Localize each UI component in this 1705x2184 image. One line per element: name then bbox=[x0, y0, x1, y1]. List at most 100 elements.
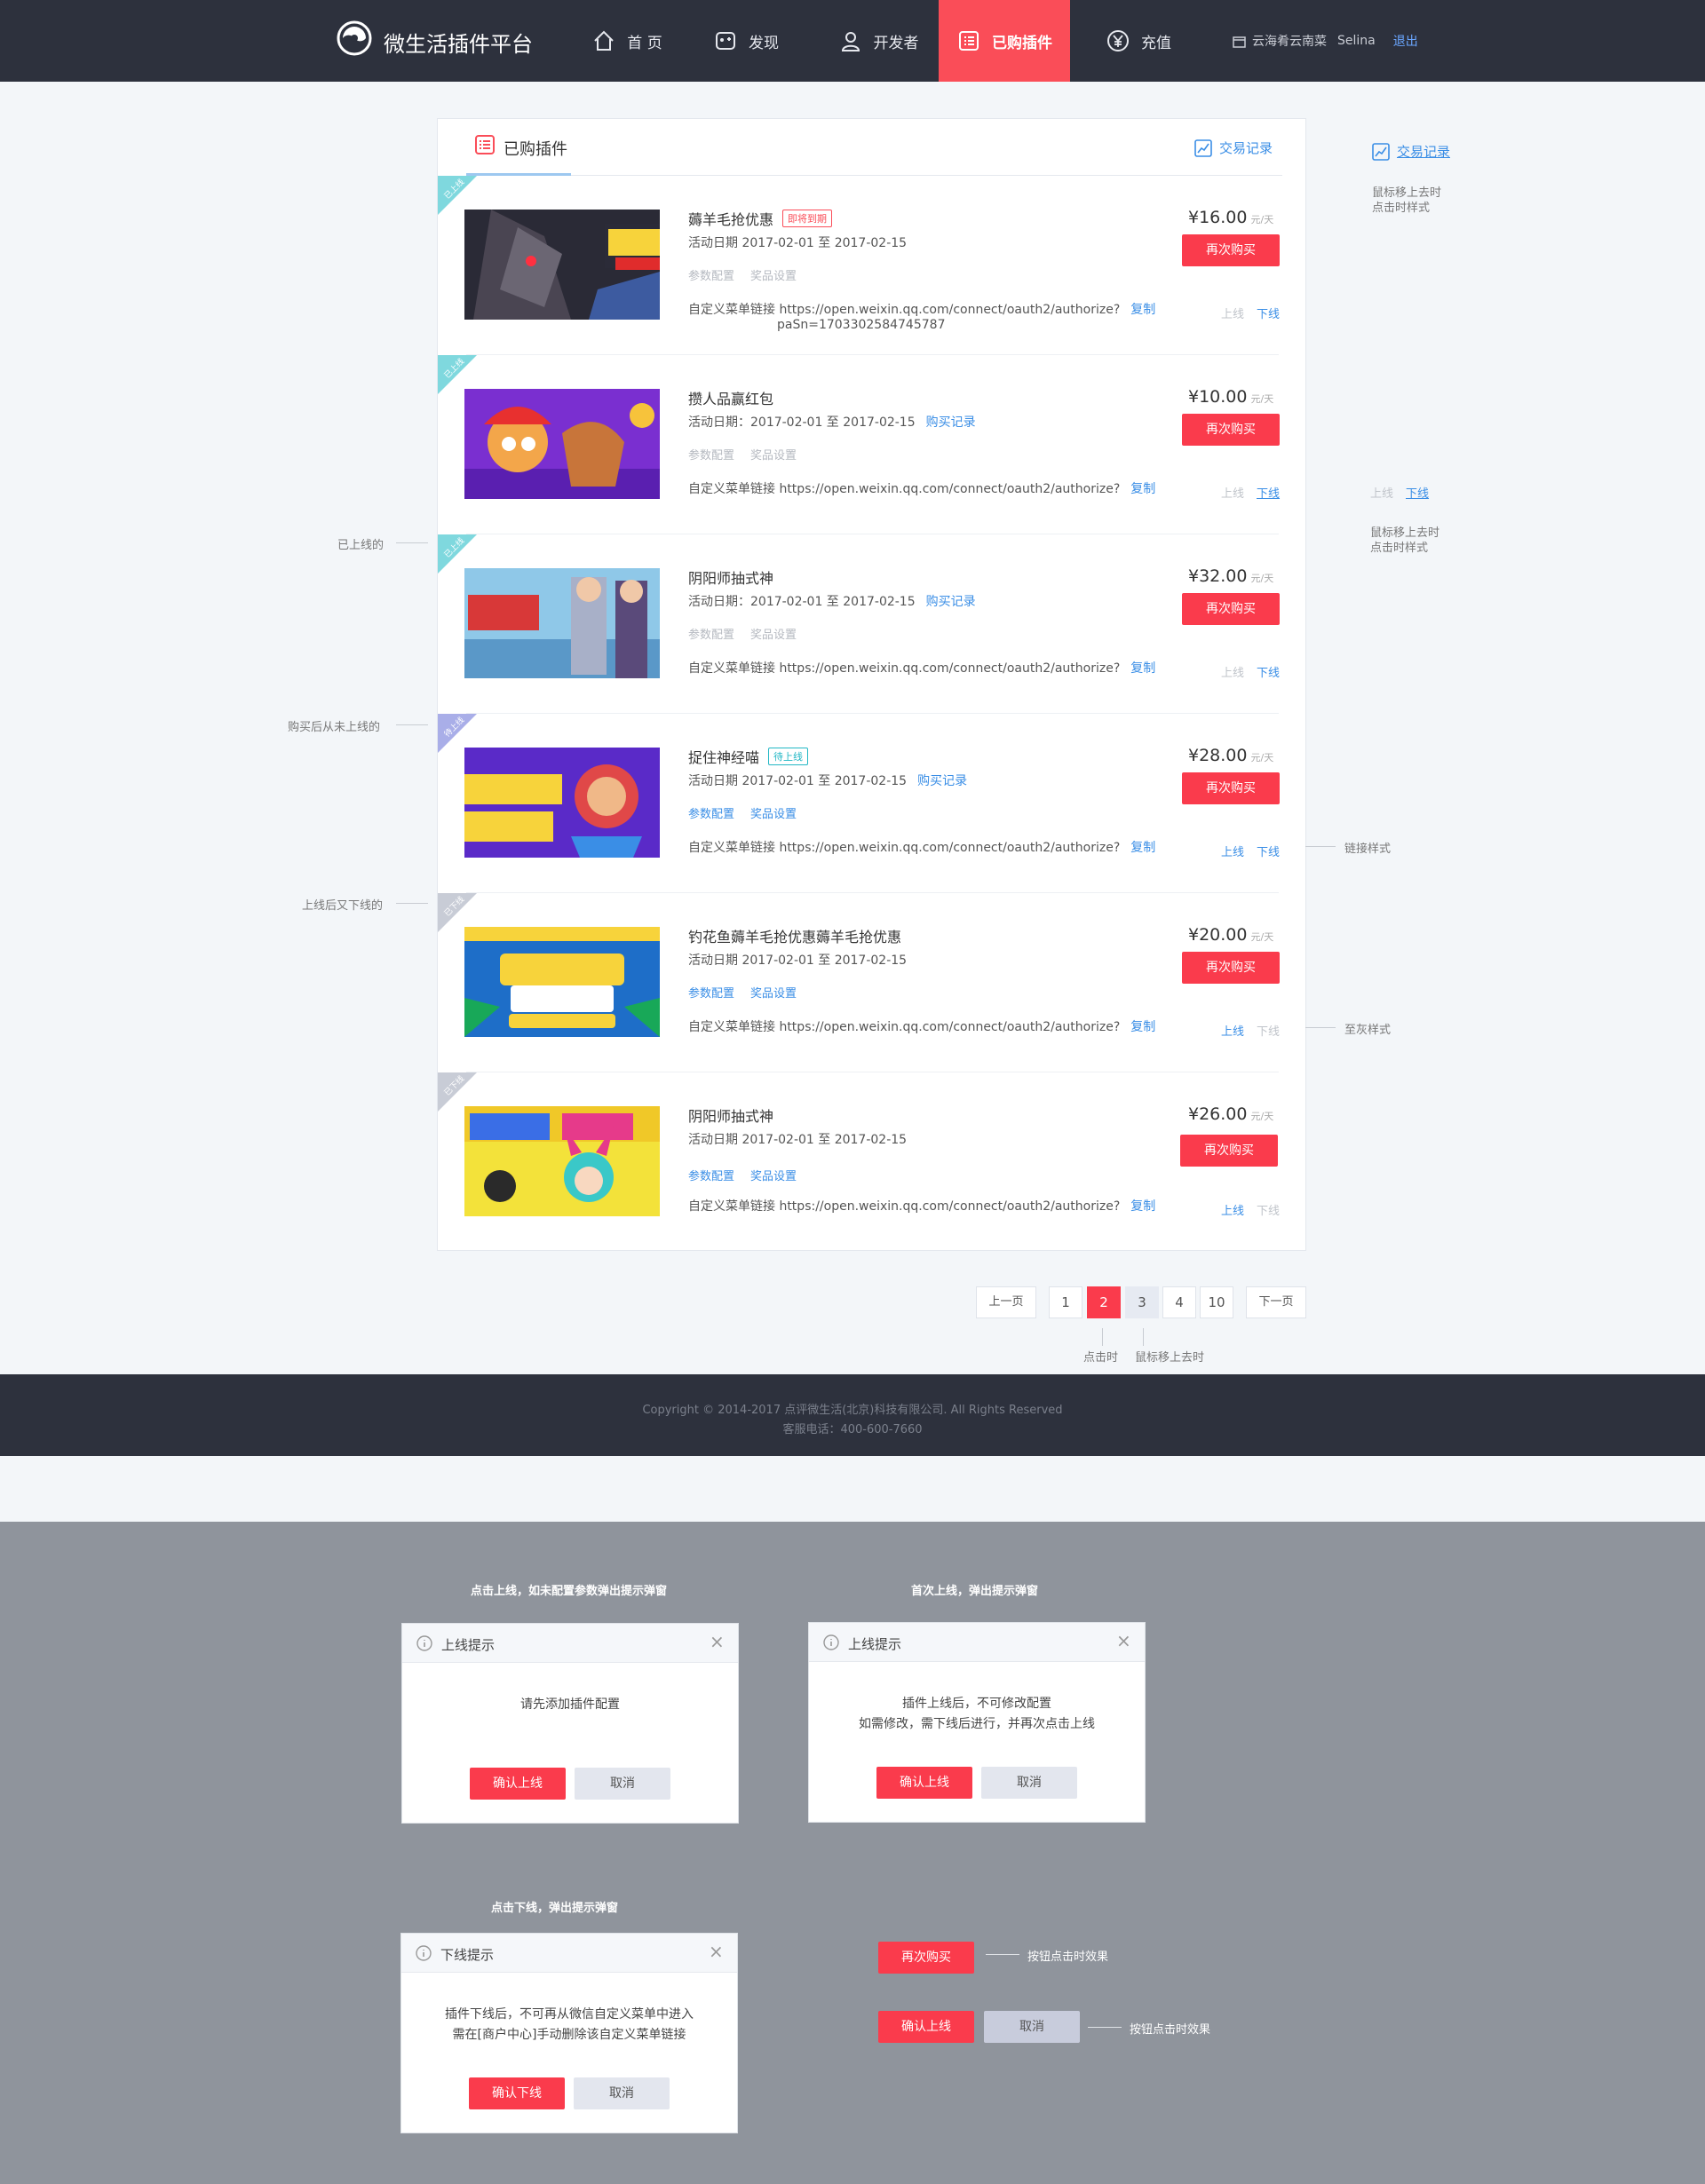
go-online-link[interactable]: 上线 bbox=[1221, 1025, 1244, 1039]
copy-link[interactable]: 复制 bbox=[1130, 1199, 1155, 1214]
plugin-name[interactable]: 薅羊毛抢优惠 即将到期 bbox=[688, 208, 833, 229]
page-button[interactable]: 10 bbox=[1200, 1286, 1233, 1318]
plugin-thumbnail[interactable] bbox=[464, 748, 660, 858]
price-unit: 元/天 bbox=[1250, 214, 1274, 226]
buy-again-button[interactable]: 再次购买 bbox=[1182, 772, 1280, 804]
demo-offline[interactable]: 下线 bbox=[1406, 487, 1429, 501]
prize-settings-link[interactable]: 奖品设置 bbox=[750, 808, 797, 821]
go-offline-link[interactable]: 下线 bbox=[1257, 487, 1280, 501]
annotation-leader bbox=[1305, 846, 1336, 847]
copy-link[interactable]: 复制 bbox=[1130, 482, 1155, 496]
confirm-online-button[interactable]: 确认上线 bbox=[876, 1767, 972, 1799]
param-config-link[interactable]: 参数配置 bbox=[688, 1170, 734, 1183]
transaction-records-link[interactable]: 交易记录 bbox=[1194, 138, 1273, 157]
nav-item-label: 已购插件 bbox=[992, 34, 1052, 52]
cancel-pressed-demo[interactable]: 取消 bbox=[984, 2011, 1080, 2043]
plugin-thumbnail[interactable] bbox=[464, 210, 660, 320]
param-config-link[interactable]: 参数配置 bbox=[688, 987, 734, 1001]
config-links: 参数配置 奖品设置 bbox=[688, 984, 797, 1001]
expiring-badge: 即将到期 bbox=[782, 210, 833, 227]
nav-item-home[interactable]: 首 页 bbox=[584, 0, 670, 82]
plugin-thumbnail[interactable] bbox=[464, 389, 660, 499]
modal-caption: 首次上线，弹出提示弹窗 bbox=[911, 1585, 1039, 1598]
modal-caption: 点击上线，如未配置参数弹出提示弹窗 bbox=[471, 1585, 668, 1598]
confirm-pressed-demo[interactable]: 确认上线 bbox=[878, 2011, 974, 2043]
logout-link[interactable]: 退出 bbox=[1393, 32, 1418, 50]
go-online-link[interactable]: 上线 bbox=[1221, 1205, 1244, 1218]
copy-link[interactable]: 复制 bbox=[1130, 1020, 1155, 1034]
confirm-offline-button[interactable]: 确认下线 bbox=[469, 2077, 565, 2109]
purchase-record-link[interactable]: 购买记录 bbox=[926, 415, 976, 430]
nav-item-recharge[interactable]: 充值 bbox=[1101, 0, 1176, 82]
confirm-online-button[interactable]: 确认上线 bbox=[470, 1768, 566, 1800]
price: ¥10.00 元/天 bbox=[1188, 387, 1273, 407]
plugin-name[interactable]: 阴阳师抽式神 bbox=[688, 1104, 773, 1126]
menu-link-text: 自定义菜单链接 https://open.weixin.qq.com/conne… bbox=[688, 661, 1121, 676]
close-icon[interactable]: × bbox=[709, 1943, 724, 1960]
cancel-button[interactable]: 取消 bbox=[981, 1767, 1077, 1799]
go-offline-link[interactable]: 下线 bbox=[1257, 846, 1280, 859]
annotation-leader bbox=[1102, 1328, 1103, 1346]
copy-link[interactable]: 复制 bbox=[1130, 661, 1155, 676]
buy-again-button[interactable]: 再次购买 bbox=[1182, 414, 1280, 446]
next-page-button[interactable]: 下一页 bbox=[1246, 1286, 1306, 1318]
go-offline-link[interactable]: 下线 bbox=[1257, 667, 1280, 680]
panel-title: 已购插件 bbox=[504, 140, 567, 159]
purchase-record-link[interactable]: 购买记录 bbox=[917, 774, 967, 788]
modal-title: 下线提示 bbox=[440, 1947, 495, 1963]
copy-link[interactable]: 复制 bbox=[1130, 303, 1155, 317]
plugin-name[interactable]: 钓花鱼薅羊毛抢优惠薅羊毛抢优惠 bbox=[688, 925, 901, 946]
annotation-gray-style: 至灰样式 bbox=[1344, 1024, 1392, 1037]
cancel-button[interactable]: 取消 bbox=[574, 2077, 670, 2109]
nav-item-discover[interactable]: 发现 bbox=[705, 0, 787, 82]
copy-link[interactable]: 复制 bbox=[1130, 841, 1155, 855]
plugin-thumbnail[interactable] bbox=[464, 1106, 660, 1216]
footer-copyright: Copyright © 2014-2017 点评微生活(北京)科技有限公司. A… bbox=[642, 1404, 1063, 1417]
nav-item-purchased[interactable]: 已购插件 bbox=[939, 0, 1070, 82]
annotation-leader bbox=[396, 903, 428, 904]
buy-again-button[interactable]: 再次购买 bbox=[1182, 234, 1280, 266]
info-icon bbox=[416, 1945, 432, 1961]
page-button-active[interactable]: 2 bbox=[1087, 1286, 1121, 1318]
price: ¥20.00 元/天 bbox=[1188, 925, 1273, 945]
logo-icon[interactable] bbox=[336, 20, 373, 57]
plugin-thumbnail[interactable] bbox=[464, 927, 660, 1037]
buy-again-button[interactable]: 再次购买 bbox=[1180, 1135, 1278, 1167]
prev-page-button[interactable]: 上一页 bbox=[976, 1286, 1036, 1318]
purchase-record-link[interactable]: 购买记录 bbox=[926, 595, 976, 609]
prize-settings-link[interactable]: 奖品设置 bbox=[750, 1170, 797, 1183]
buy-again-button[interactable]: 再次购买 bbox=[1182, 952, 1280, 984]
plugin-name-text: 钓花鱼薅羊毛抢优惠薅羊毛抢优惠 bbox=[688, 929, 902, 946]
go-offline-link[interactable]: 下线 bbox=[1257, 308, 1280, 321]
nav-item-developer[interactable]: 开发者 bbox=[829, 0, 927, 82]
price-value: ¥32.00 bbox=[1188, 566, 1248, 586]
price: ¥16.00 元/天 bbox=[1188, 208, 1273, 227]
close-icon[interactable]: × bbox=[1116, 1632, 1131, 1650]
activity-date-text: 活动日期 2017-02-01 至 2017-02-15 bbox=[688, 774, 908, 788]
logo-text[interactable]: 微生活插件平台 bbox=[384, 27, 533, 58]
buy-again-pressed-demo[interactable]: 再次购买 bbox=[878, 1942, 974, 1974]
info-icon bbox=[823, 1634, 839, 1650]
param-config-link[interactable]: 参数配置 bbox=[688, 808, 734, 821]
prize-settings-link[interactable]: 奖品设置 bbox=[750, 987, 797, 1001]
plugin-name[interactable]: 阴阳师抽式神 bbox=[688, 566, 773, 588]
buy-again-button[interactable]: 再次购买 bbox=[1182, 593, 1280, 625]
records-hover-demo[interactable]: 交易记录 bbox=[1372, 142, 1450, 161]
annotation-leader bbox=[1143, 1328, 1144, 1346]
go-offline-link: 下线 bbox=[1257, 1205, 1281, 1218]
config-links: 参数配置 奖品设置 bbox=[688, 804, 797, 821]
cancel-button[interactable]: 取消 bbox=[575, 1768, 670, 1800]
plugin-name[interactable]: 捉住神经喵 待上线 bbox=[688, 746, 809, 767]
page-button[interactable]: 4 bbox=[1162, 1286, 1196, 1318]
plugin-name-text: 薅羊毛抢优惠 bbox=[688, 211, 774, 228]
plugin-thumbnail[interactable] bbox=[464, 568, 660, 678]
pending-badge: 待上线 bbox=[768, 748, 809, 765]
go-online-link[interactable]: 上线 bbox=[1221, 846, 1244, 859]
close-icon[interactable]: × bbox=[710, 1633, 725, 1650]
page-button[interactable]: 1 bbox=[1049, 1286, 1082, 1318]
activity-date: 活动日期 2017-02-01 至 2017-02-15 购买记录 bbox=[688, 772, 967, 789]
page-button-hover[interactable]: 3 bbox=[1125, 1286, 1159, 1318]
onoff-hover-demo: 上线 下线 bbox=[1370, 484, 1429, 501]
modal-message-line-1: 插件上线后，不可修改配置 bbox=[902, 1697, 1051, 1711]
plugin-name[interactable]: 攒人品赢红包 bbox=[688, 387, 773, 408]
